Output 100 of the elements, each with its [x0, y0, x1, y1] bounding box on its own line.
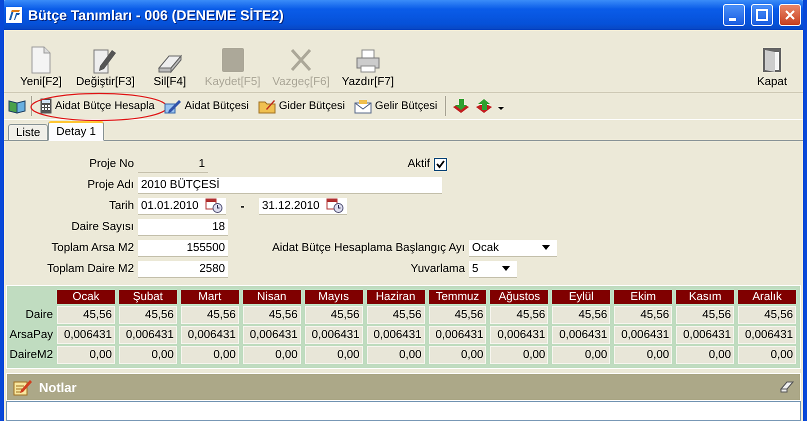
table-cell[interactable]: 45,56 [676, 306, 734, 324]
table-cell[interactable]: 0,006431 [304, 326, 363, 344]
column-header: Ocak [57, 290, 115, 304]
table-cell[interactable]: 0,00 [118, 346, 177, 364]
toolbar-button[interactable]: Gelir Bütçesi [350, 97, 440, 115]
book-icon[interactable] [8, 98, 26, 114]
minimize-icon [728, 18, 736, 20]
folder-icon [258, 98, 276, 114]
column-header: Ağustos [490, 290, 548, 304]
table-cell[interactable]: 45,56 [57, 306, 115, 324]
table-cell[interactable]: 0,006431 [428, 326, 486, 344]
tab[interactable]: Liste [8, 124, 48, 141]
table-cell[interactable]: 0,00 [304, 346, 363, 364]
range-separator: - [240, 199, 246, 213]
notes-title: Notlar [39, 380, 78, 394]
field-label: Tarih [108, 200, 135, 212]
calendar-icon[interactable] [326, 198, 344, 213]
table-cell[interactable]: 45,56 [366, 306, 424, 324]
toolbar-button[interactable]: Yeni[F2] [14, 46, 68, 88]
table-cell[interactable]: 0,006431 [366, 326, 424, 344]
column-header: Mayıs [304, 290, 363, 304]
input-field[interactable]: 2580 [138, 260, 228, 278]
notepad-pencil-icon [13, 378, 33, 396]
toolbar-button[interactable]: Gider Bütçesi [254, 97, 348, 115]
table-cell[interactable]: 45,56 [738, 306, 796, 324]
date-field[interactable]: 01.01.2010 [138, 198, 226, 214]
table-cell[interactable]: 0,006431 [118, 326, 177, 344]
toolbar-button[interactable]: Değiştir[F3] [72, 46, 139, 88]
table-cell[interactable]: 0,00 [180, 346, 239, 364]
notes-field[interactable] [6, 401, 801, 421]
row-header: ArsaPay [9, 328, 53, 343]
column-header: Eylül [552, 290, 610, 304]
column-header: Temmuz [428, 290, 486, 304]
table-cell[interactable]: 0,006431 [614, 326, 672, 344]
close-icon [784, 9, 796, 21]
table-cell[interactable]: 45,56 [304, 306, 363, 324]
month-dropdown[interactable]: Ocak [469, 240, 557, 256]
field-label: Aktif [406, 158, 431, 170]
document-icon [30, 46, 52, 74]
column-header: Haziran [366, 290, 424, 304]
calculator-icon [40, 98, 52, 114]
column-header: Nisan [242, 290, 301, 304]
toolbar-button[interactable]: Yazdır[F7] [338, 48, 398, 88]
table-cell[interactable]: 0,00 [242, 346, 301, 364]
cross-icon [289, 46, 314, 74]
field-label: Proje Adı [86, 179, 135, 191]
calendar-icon[interactable] [205, 198, 223, 213]
table-cell[interactable]: 0,006431 [676, 326, 734, 344]
maximize-icon [756, 9, 768, 21]
table-cell[interactable]: 45,56 [180, 306, 239, 324]
table-cell[interactable]: 0,00 [552, 346, 610, 364]
table-cell[interactable]: 0,00 [366, 346, 424, 364]
table-cell[interactable]: 0,006431 [242, 326, 301, 344]
printer-icon [354, 48, 381, 74]
column-header: Şubat [118, 290, 177, 304]
field-label: Aidat Bütçe Hesaplama Başlangıç Ayı [271, 242, 466, 254]
row-header: DaireM2 [9, 348, 53, 363]
down-arrow-icon[interactable] [451, 97, 472, 115]
table-cell[interactable]: 0,006431 [180, 326, 239, 344]
date-field[interactable]: 31.12.2010 [259, 198, 347, 214]
row-header: Daire [24, 308, 53, 323]
input-field[interactable]: 2010 BÜTÇESİ [138, 176, 442, 194]
table-cell[interactable]: 45,56 [118, 306, 177, 324]
toolbar-button[interactable]: Sil[F4] [142, 54, 197, 88]
table-cell[interactable]: 45,56 [490, 306, 548, 324]
table-cell[interactable]: 0,00 [490, 346, 548, 364]
input-field[interactable]: 18 [138, 218, 228, 236]
close-window-button[interactable]: Kapat [745, 46, 799, 88]
close-button[interactable] [779, 4, 801, 26]
envelope-icon [354, 98, 372, 114]
table-cell[interactable]: 0,00 [428, 346, 486, 364]
rounding-dropdown[interactable]: 5 [469, 260, 517, 278]
table-cell[interactable]: 45,56 [552, 306, 610, 324]
maximize-button[interactable] [751, 4, 773, 26]
toolbar-button[interactable]: Aidat Bütçesi [160, 97, 252, 115]
table-cell[interactable]: 0,00 [57, 346, 115, 364]
minimize-button[interactable] [723, 4, 745, 26]
table-cell[interactable]: 0,00 [676, 346, 734, 364]
active-checkbox[interactable] [434, 158, 447, 170]
tab[interactable]: Detay 1 [48, 121, 104, 141]
project-number: 1 [138, 156, 208, 172]
table-cell[interactable]: 0,00 [738, 346, 796, 364]
column-header: Aralık [738, 290, 796, 304]
table-cell[interactable]: 0,006431 [552, 326, 610, 344]
eraser-icon[interactable] [780, 381, 794, 393]
square-icon [220, 46, 245, 74]
table-cell[interactable]: 0,006431 [57, 326, 115, 344]
input-field[interactable]: 155500 [138, 240, 228, 256]
field-label: Daire Sayısı [70, 221, 135, 233]
up-arrow-icon[interactable] [474, 97, 494, 115]
column-header: Ekim [614, 290, 672, 304]
table-cell[interactable]: 0,006431 [738, 326, 796, 344]
table-cell[interactable]: 0,006431 [490, 326, 548, 344]
table-cell[interactable]: 45,56 [428, 306, 486, 324]
table-cell[interactable]: 0,00 [614, 346, 672, 364]
pen-icon [164, 98, 182, 114]
table-cell[interactable]: 45,56 [614, 306, 672, 324]
app-logo-icon [6, 7, 22, 23]
door-icon [761, 46, 783, 74]
table-cell[interactable]: 45,56 [242, 306, 301, 324]
